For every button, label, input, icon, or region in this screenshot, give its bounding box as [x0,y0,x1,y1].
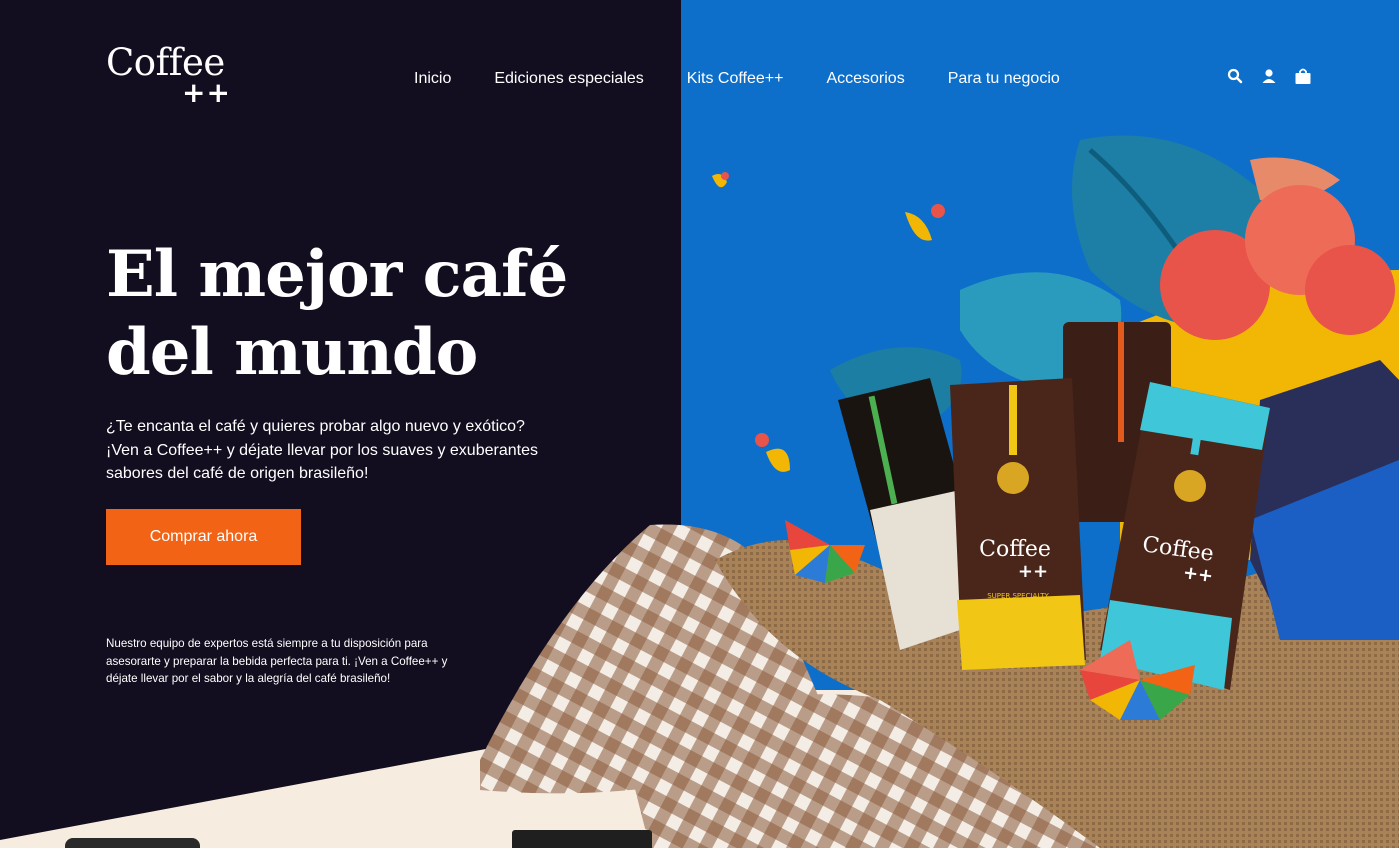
svg-text:++: ++ [1018,561,1048,582]
nav-icon-group [1226,67,1312,85]
hero-subtitle: ¿Te encanta el café y quieres probar alg… [106,418,538,482]
nav-item-inicio[interactable]: Inicio [414,70,451,88]
search-icon[interactable] [1226,67,1244,85]
shopping-bag-icon[interactable] [1294,67,1312,85]
brand-logo[interactable]: Coffee ++ [106,44,246,114]
user-icon[interactable] [1260,67,1278,85]
svg-text:Coffee: Coffee [979,537,1051,562]
nav-item-kits[interactable]: Kits Coffee++ [687,70,784,88]
brand-logo-suffix: ++ [182,76,231,109]
hero-title-line-1: El mejor café [106,237,568,312]
hero-title-line-2: del mundo [106,315,478,390]
svg-text:++: ++ [1182,562,1215,587]
nav-item-para-tu-negocio[interactable]: Para tu negocio [948,70,1060,88]
hero-note: Nuestro equipo de expertos está siempre … [106,637,448,685]
buy-now-button[interactable]: Comprar ahora [106,509,301,565]
nav-item-ediciones-especiales[interactable]: Ediciones especiales [494,70,643,88]
main-nav: Inicio Ediciones especiales Kits Coffee+… [414,68,1060,90]
nav-item-accesorios[interactable]: Accesorios [826,70,904,88]
hero-title: El mejor café del mundo [106,236,626,392]
svg-text:SUPER SPECIALTY: SUPER SPECIALTY [987,592,1049,600]
